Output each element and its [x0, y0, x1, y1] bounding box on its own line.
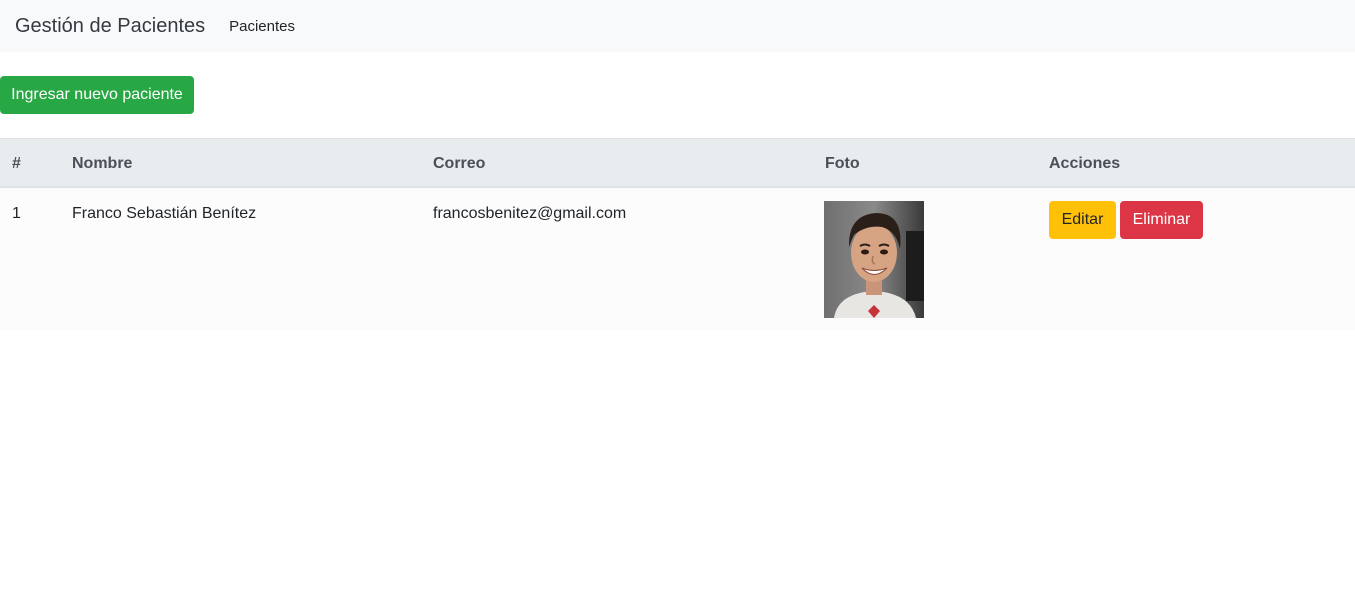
column-header-correo: Correo [433, 155, 486, 172]
column-header-id: # [12, 155, 21, 172]
table-row: 1 Franco Sebastián Benítez francosbenite… [0, 188, 1355, 330]
navbar: Gestión de Pacientes Pacientes [0, 0, 1355, 52]
edit-button[interactable]: Editar [1049, 201, 1116, 239]
delete-button[interactable]: Eliminar [1120, 201, 1203, 239]
table-header: # Nombre Correo Foto Acciones [0, 138, 1355, 188]
cell-nombre: Franco Sebastián Benítez [72, 205, 257, 222]
cell-correo: francosbenitez@gmail.com [433, 205, 627, 222]
column-header-acciones: Acciones [1049, 155, 1121, 172]
cell-id: 1 [12, 205, 21, 222]
patient-photo [824, 201, 924, 318]
column-header-foto: Foto [825, 155, 860, 172]
nav-link-pacientes[interactable]: Pacientes [229, 18, 295, 35]
new-patient-button[interactable]: Ingresar nuevo paciente [0, 76, 194, 114]
column-header-nombre: Nombre [72, 155, 133, 172]
navbar-brand[interactable]: Gestión de Pacientes [15, 15, 205, 38]
